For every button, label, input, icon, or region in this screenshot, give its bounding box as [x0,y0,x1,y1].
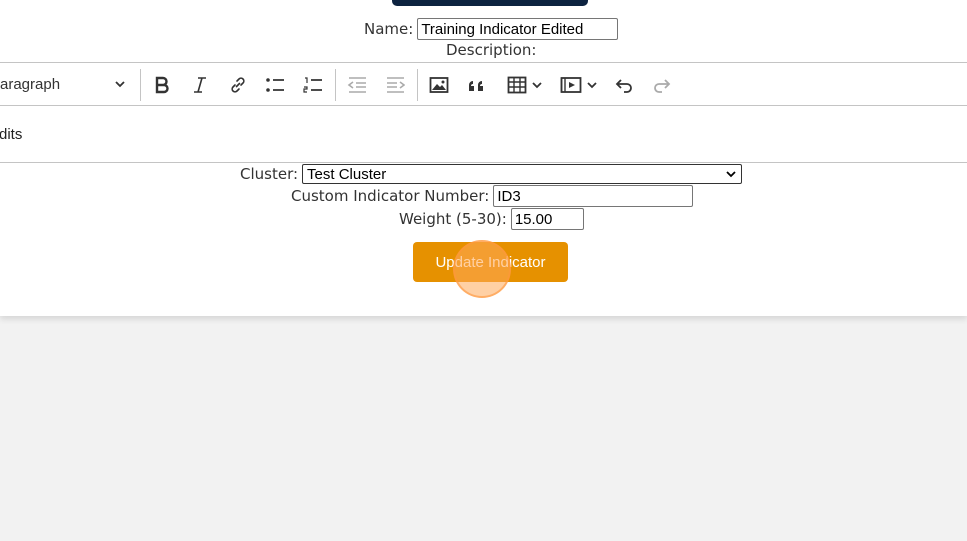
cluster-select[interactable]: Test Cluster [302,164,743,184]
header-bar [392,0,588,6]
custom-indicator-number-label: Custom Indicator Number: [291,187,490,205]
indent-icon [387,76,405,93]
italic-icon [194,76,206,93]
outdent-icon [347,76,366,93]
insert-media-button[interactable] [557,63,601,106]
blockquote-icon [469,80,483,91]
custom-indicator-number-row: Custom Indicator Number: [291,185,694,207]
bulleted-list-button[interactable] [263,63,287,106]
blockquote-button[interactable] [465,63,489,106]
italic-button[interactable] [188,63,212,106]
undo-icon [615,78,632,93]
cluster-select-value: Test Cluster [307,165,387,183]
redo-icon [654,78,671,93]
weight-input[interactable] [510,208,584,230]
chevron-down-icon [726,171,736,178]
weight-row: Weight (5-30): [399,208,584,230]
indent-button[interactable] [383,63,407,106]
name-label: Name: [364,20,414,38]
bold-icon [155,76,169,93]
chevron-down-icon [532,81,542,88]
table-icon [507,76,527,93]
weight-label: Weight (5-30): [399,210,507,228]
insert-table-button[interactable] [503,63,547,106]
heading-dropdown-value: aragraph [0,76,61,93]
description-editor[interactable]: dits [0,106,967,163]
cluster-label: Cluster: [240,165,299,183]
editor-content: dits [0,126,23,143]
image-icon [429,76,449,93]
insert-image-button[interactable] [427,63,451,106]
redo-button[interactable] [650,63,674,106]
chevron-down-icon [115,81,125,88]
outdent-button[interactable] [345,63,369,106]
description-label: Description: [446,41,537,59]
chevron-down-icon [587,81,597,88]
editor-toolbar: aragraph [0,62,967,106]
bold-button[interactable] [150,63,174,106]
description-row: Description: [446,41,536,60]
name-input[interactable] [417,18,619,40]
link-icon [231,76,245,93]
link-button[interactable] [226,63,250,106]
media-icon [560,76,582,93]
heading-dropdown[interactable]: aragraph [0,63,132,106]
numbered-list-button[interactable] [301,63,325,106]
name-row: Name: [364,18,619,40]
cluster-row: Cluster: Test Cluster [240,164,743,184]
form-card: Name: Description: aragraph [0,0,967,316]
update-indicator-button[interactable]: Update Indicator [413,242,568,282]
undo-button[interactable] [612,63,636,106]
custom-indicator-number-input[interactable] [493,185,694,207]
bulleted-list-icon [266,77,284,92]
numbered-list-icon [303,76,322,93]
